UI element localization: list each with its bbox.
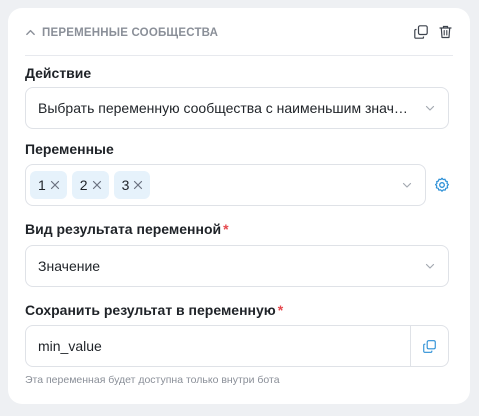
- variable-tag-label: 2: [79, 177, 88, 193]
- variable-tag: 2: [71, 171, 109, 199]
- copy-icon[interactable]: [413, 24, 429, 40]
- copy-variable-button[interactable]: [410, 326, 448, 366]
- variables-label: Переменные: [25, 141, 114, 157]
- action-select[interactable]: Выбрать переменную сообщества с наименьш…: [25, 87, 449, 129]
- chevron-down-icon: [402, 182, 412, 188]
- variables-block-card: ПЕРЕМЕННЫЕ СООБЩЕСТВА Действие Выбрать п…: [8, 8, 470, 404]
- close-icon[interactable]: [50, 180, 60, 190]
- save-to-value[interactable]: min_value: [38, 338, 410, 354]
- required-mark: *: [277, 302, 284, 318]
- copy-icon: [423, 339, 436, 353]
- save-to-input[interactable]: min_value: [25, 325, 449, 367]
- action-label: Действие: [25, 65, 92, 81]
- variables-multiselect[interactable]: 1 2 3: [25, 164, 426, 206]
- save-to-label: Сохранить результат в переменную *: [25, 302, 283, 318]
- variable-tag-label: 3: [121, 177, 130, 193]
- chevron-down-icon: [425, 263, 435, 269]
- result-type-value: Значение: [38, 258, 101, 274]
- gear-icon[interactable]: [434, 177, 450, 193]
- chevron-down-icon: [425, 105, 435, 111]
- block-title: ПЕРЕМЕННЫЕ СООБЩЕСТВА: [42, 26, 219, 39]
- result-type-label: Вид результата переменной *: [25, 221, 229, 237]
- close-icon[interactable]: [92, 180, 102, 190]
- chevron-up-icon[interactable]: [25, 27, 36, 38]
- trash-icon[interactable]: [437, 24, 453, 40]
- variable-tag-label: 1: [38, 177, 46, 193]
- close-icon[interactable]: [133, 180, 143, 190]
- save-to-hint: Эта переменная будет доступна только вну…: [25, 374, 280, 386]
- action-select-value: Выбрать переменную сообщества с наименьш…: [38, 100, 422, 116]
- save-to-label-text: Сохранить результат в переменную: [25, 302, 276, 318]
- result-type-select[interactable]: Значение: [25, 245, 449, 287]
- variable-tag: 3: [113, 171, 151, 199]
- variable-tag: 1: [30, 171, 67, 199]
- variables-tags: 1 2 3: [30, 171, 401, 199]
- result-type-label-text: Вид результата переменной: [25, 221, 222, 237]
- block-header: ПЕРЕМЕННЫЕ СООБЩЕСТВА: [25, 22, 453, 56]
- required-mark: *: [223, 221, 229, 237]
- collapse-toggle[interactable]: ПЕРЕМЕННЫЕ СООБЩЕСТВА: [25, 25, 218, 53]
